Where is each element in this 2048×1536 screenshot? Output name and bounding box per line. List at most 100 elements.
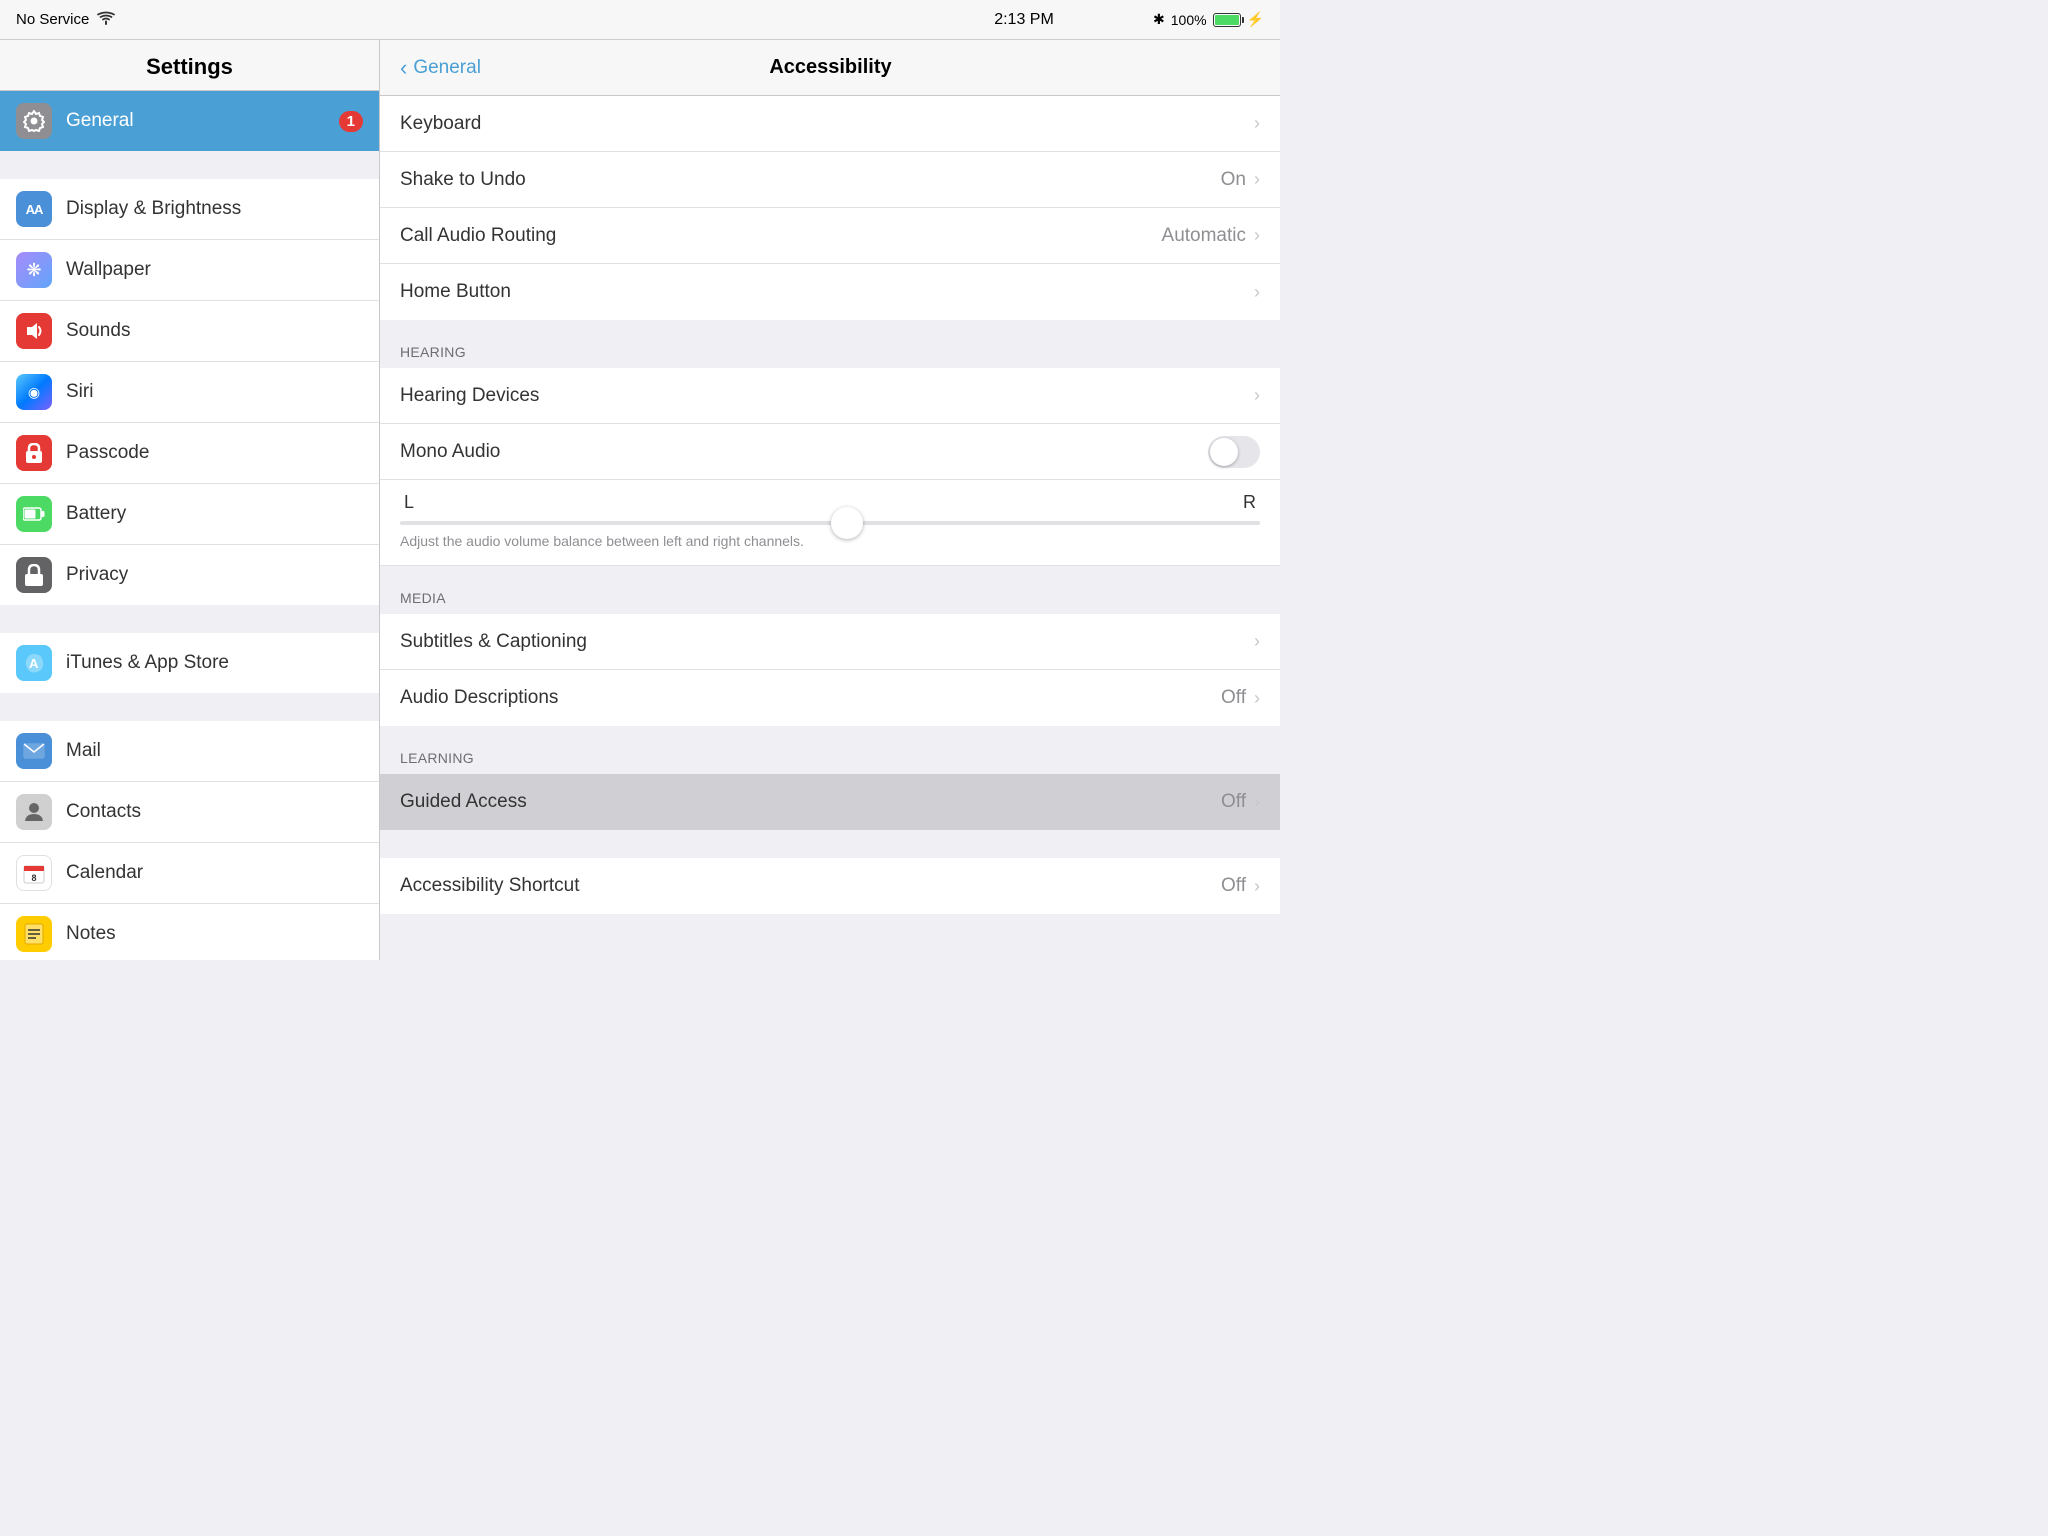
notes-icon (16, 916, 52, 952)
itunes-icon: A (16, 645, 52, 681)
row-accessibility-shortcut[interactable]: Accessibility Shortcut Off › (380, 858, 1280, 914)
privacy-label: Privacy (66, 564, 363, 586)
shake-label: Shake to Undo (400, 169, 1221, 191)
toggle-knob (1210, 438, 1238, 466)
notes-label: Notes (66, 923, 363, 945)
call-audio-label: Call Audio Routing (400, 225, 1162, 247)
privacy-icon (16, 557, 52, 593)
sidebar-item-contacts[interactable]: Contacts (0, 782, 379, 843)
media-header: MEDIA (380, 566, 1280, 614)
sidebar-item-battery[interactable]: Battery (0, 484, 379, 545)
sidebar-item-wallpaper[interactable]: ❋ Wallpaper (0, 240, 379, 301)
main-layout: Settings General 1 (0, 40, 1280, 960)
guided-access-value: Off (1221, 791, 1246, 813)
passcode-label: Passcode (66, 442, 363, 464)
row-shake-to-undo[interactable]: Shake to Undo On › (380, 152, 1280, 208)
row-subtitles-captioning[interactable]: Subtitles & Captioning › (380, 614, 1280, 670)
sidebar-item-privacy[interactable]: Privacy (0, 545, 379, 605)
general-icon (16, 103, 52, 139)
battery-fill (1215, 15, 1239, 25)
sidebar-item-sounds[interactable]: Sounds (0, 301, 379, 362)
hearing-devices-chevron: › (1254, 385, 1260, 406)
balance-thumb[interactable] (831, 507, 863, 539)
status-bar: No Service 2:13 PM ✱ 100% ⚡ (0, 0, 1280, 40)
right-header: ‹ General Accessibility (380, 40, 1280, 96)
right-content: Keyboard › Shake to Undo On › Call Audio… (380, 96, 1280, 960)
settings-group-0: Keyboard › Shake to Undo On › Call Audio… (380, 96, 1280, 320)
settings-group-learning: Guided Access Off › (380, 774, 1280, 830)
sidebar-gap-2 (0, 605, 379, 633)
no-service-text: No Service (16, 11, 89, 28)
svg-text:A: A (29, 656, 39, 671)
sidebar-section-2: A iTunes & App Store (0, 633, 379, 693)
call-audio-chevron: › (1254, 225, 1260, 246)
siri-icon: ◉ (16, 374, 52, 410)
general-label: General (66, 110, 339, 132)
home-button-chevron: › (1254, 282, 1260, 303)
sidebar-item-passcode[interactable]: Passcode (0, 423, 379, 484)
row-mono-audio[interactable]: Mono Audio (380, 424, 1280, 480)
sidebar-item-calendar[interactable]: 8 Calendar (0, 843, 379, 904)
status-time: 2:13 PM (994, 11, 1054, 29)
audio-desc-value: Off (1221, 687, 1246, 709)
row-audio-descriptions[interactable]: Audio Descriptions Off › (380, 670, 1280, 726)
sidebar-gap-1 (0, 151, 379, 179)
keyboard-label: Keyboard (400, 113, 1254, 135)
calendar-icon: 8 (16, 855, 52, 891)
accessibility-shortcut-value: Off (1221, 875, 1246, 897)
sidebar-title: Settings (0, 40, 379, 91)
sidebar-item-siri[interactable]: ◉ Siri (0, 362, 379, 423)
sidebar-item-general[interactable]: General 1 (0, 91, 379, 151)
sidebar-section-1: AA Display & Brightness ❋ Wallpaper (0, 179, 379, 605)
display-label: Display & Brightness (66, 198, 363, 220)
sidebar-item-notes[interactable]: Notes (0, 904, 379, 960)
back-label: General (413, 57, 481, 79)
svg-text:8: 8 (31, 873, 36, 883)
sidebar-item-display-brightness[interactable]: AA Display & Brightness (0, 179, 379, 240)
row-guided-access[interactable]: Guided Access Off › (380, 774, 1280, 830)
balance-right-label: R (1243, 492, 1256, 513)
settings-group-shortcut: Accessibility Shortcut Off › (380, 858, 1280, 914)
accessibility-shortcut-chevron: › (1254, 876, 1260, 897)
siri-label: Siri (66, 381, 363, 403)
sidebar-list: General 1 AA Display & Brightness ❋ Wall… (0, 91, 379, 960)
wallpaper-label: Wallpaper (66, 259, 363, 281)
keyboard-chevron: › (1254, 113, 1260, 134)
mail-label: Mail (66, 740, 363, 762)
sidebar-section-3: Mail Contacts (0, 721, 379, 960)
back-button[interactable]: ‹ General (400, 55, 481, 81)
contacts-icon (16, 794, 52, 830)
shake-value: On (1221, 169, 1246, 191)
row-keyboard[interactable]: Keyboard › (380, 96, 1280, 152)
sidebar-item-mail[interactable]: Mail (0, 721, 379, 782)
balance-hint: Adjust the audio volume balance between … (400, 533, 1260, 549)
gap-after-learning (380, 830, 1280, 858)
bluetooth-icon: ✱ (1153, 11, 1165, 28)
learning-header: LEARNING (380, 726, 1280, 774)
right-panel-title: Accessibility (481, 56, 1180, 79)
sidebar-item-itunes-app-store[interactable]: A iTunes & App Store (0, 633, 379, 693)
status-left: No Service (16, 11, 115, 29)
row-home-button[interactable]: Home Button › (380, 264, 1280, 320)
battery-percent: 100% (1171, 12, 1207, 28)
sounds-icon (16, 313, 52, 349)
accessibility-shortcut-label: Accessibility Shortcut (400, 875, 1221, 897)
mono-audio-toggle[interactable] (1208, 436, 1260, 468)
mono-audio-label: Mono Audio (400, 441, 1208, 463)
wifi-icon (97, 11, 115, 29)
mail-icon (16, 733, 52, 769)
row-call-audio-routing[interactable]: Call Audio Routing Automatic › (380, 208, 1280, 264)
right-panel: ‹ General Accessibility Keyboard › Shake… (380, 40, 1280, 960)
balance-track[interactable] (400, 521, 1260, 525)
balance-row: L R Adjust the audio volume balance betw… (380, 480, 1280, 566)
row-hearing-devices[interactable]: Hearing Devices › (380, 368, 1280, 424)
shake-chevron: › (1254, 169, 1260, 190)
home-button-label: Home Button (400, 281, 1254, 303)
audio-desc-label: Audio Descriptions (400, 687, 1221, 709)
settings-group-hearing: Hearing Devices › Mono Audio L R (380, 368, 1280, 566)
hearing-header: HEARING (380, 320, 1280, 368)
back-chevron-icon: ‹ (400, 55, 407, 81)
display-icon: AA (16, 191, 52, 227)
battery-sidebar-icon (16, 496, 52, 532)
subtitles-label: Subtitles & Captioning (400, 631, 1254, 653)
